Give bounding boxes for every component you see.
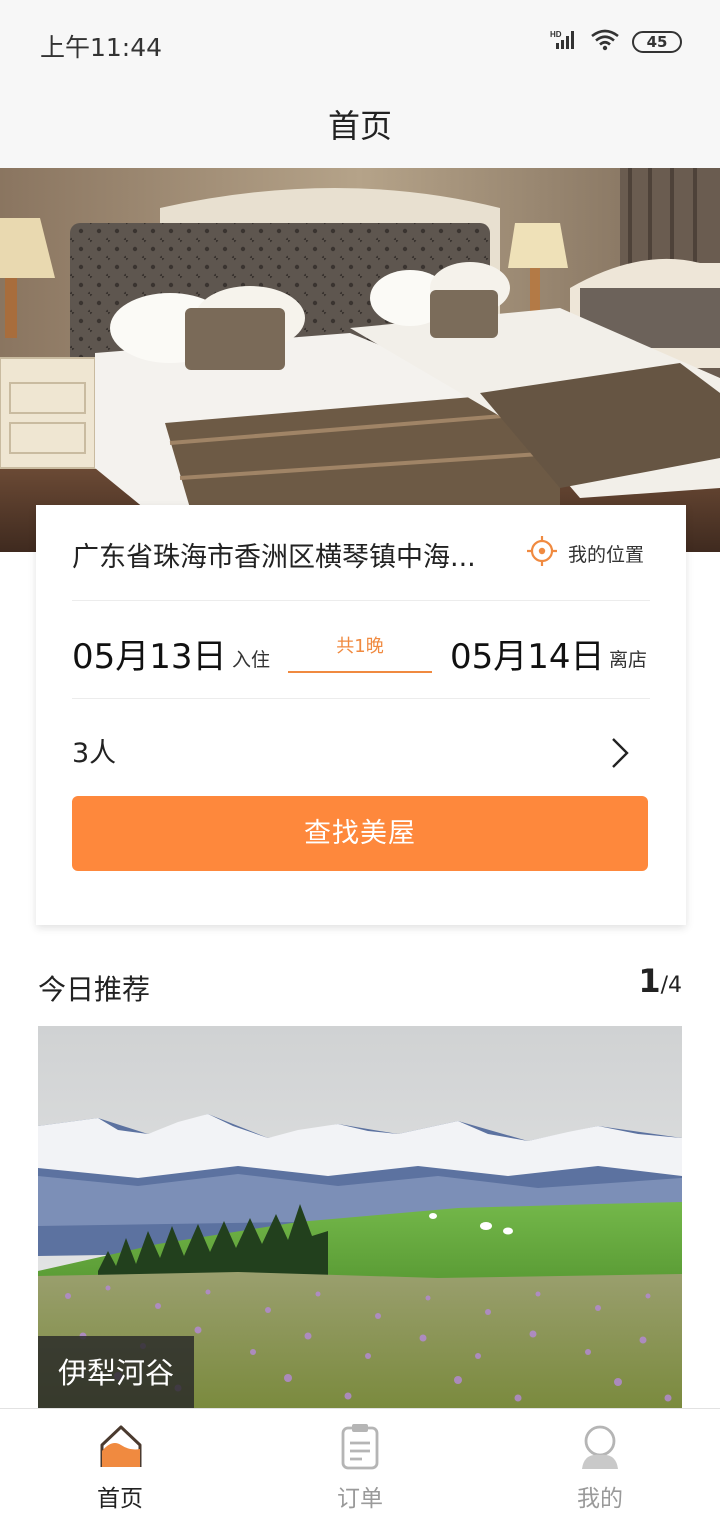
title-bar: 首页 [0, 84, 720, 168]
recommend-card[interactable]: 伊犁河谷 [38, 1026, 682, 1410]
recommend-current: 1 [638, 962, 661, 1000]
guest-count: 3人 [72, 738, 117, 769]
hero-hotel-image [0, 168, 720, 552]
my-location-button[interactable]: 我的位置 [526, 535, 644, 571]
nights-count: 共1晚 [288, 633, 432, 673]
battery-indicator: 45 [632, 31, 682, 53]
search-button[interactable]: 查找美屋 [72, 796, 648, 871]
guest-selector[interactable]: 3人 [72, 699, 650, 795]
tab-home[interactable]: 首页 [0, 1409, 240, 1520]
checkin-date[interactable]: 05月13日 [72, 629, 227, 678]
wifi-icon [590, 29, 620, 55]
checkin-label: 入住 [232, 649, 271, 671]
tab-orders[interactable]: 订单 [240, 1409, 480, 1520]
checkout-label: 离店 [609, 649, 648, 671]
tab-profile-label: 我的 [577, 1486, 623, 1512]
recommend-total: 4 [668, 973, 682, 998]
status-icons: HD 45 [550, 28, 682, 56]
locate-target-icon [526, 535, 558, 571]
recommend-title: 今日推荐 [38, 973, 151, 1006]
status-bar: 上午11:44 HD 45 [0, 0, 720, 84]
tab-profile[interactable]: 我的 [480, 1409, 720, 1520]
status-time: 上午11:44 [40, 33, 163, 62]
svg-text:HD: HD [550, 30, 562, 39]
location-row: 广东省珠海市香洲区横琴镇中海... 我的位置 [72, 505, 650, 601]
recommend-separator: / [660, 973, 668, 998]
my-location-label: 我的位置 [567, 543, 644, 566]
cellular-signal-icon: HD [550, 29, 578, 55]
tab-home-label: 首页 [97, 1486, 143, 1512]
page-title: 首页 [327, 107, 392, 145]
date-row: 05月13日 入住 共1晚 05月14日 离店 [72, 601, 650, 699]
recommend-place-label: 伊犁河谷 [38, 1336, 195, 1410]
bottom-tab-bar: 首页 订单 我的 [0, 1408, 720, 1520]
search-card: 广东省珠海市香洲区横琴镇中海... 我的位置 05月13日 入住 共1晚 05月… [36, 505, 686, 925]
recommend-page-indicator: 1/4 [638, 962, 682, 1000]
location-input[interactable]: 广东省珠海市香洲区横琴镇中海... [72, 535, 520, 574]
chevron-right-icon [610, 737, 630, 773]
checkout-date[interactable]: 05月14日 [450, 629, 605, 678]
tab-orders-label: 订单 [337, 1486, 383, 1512]
